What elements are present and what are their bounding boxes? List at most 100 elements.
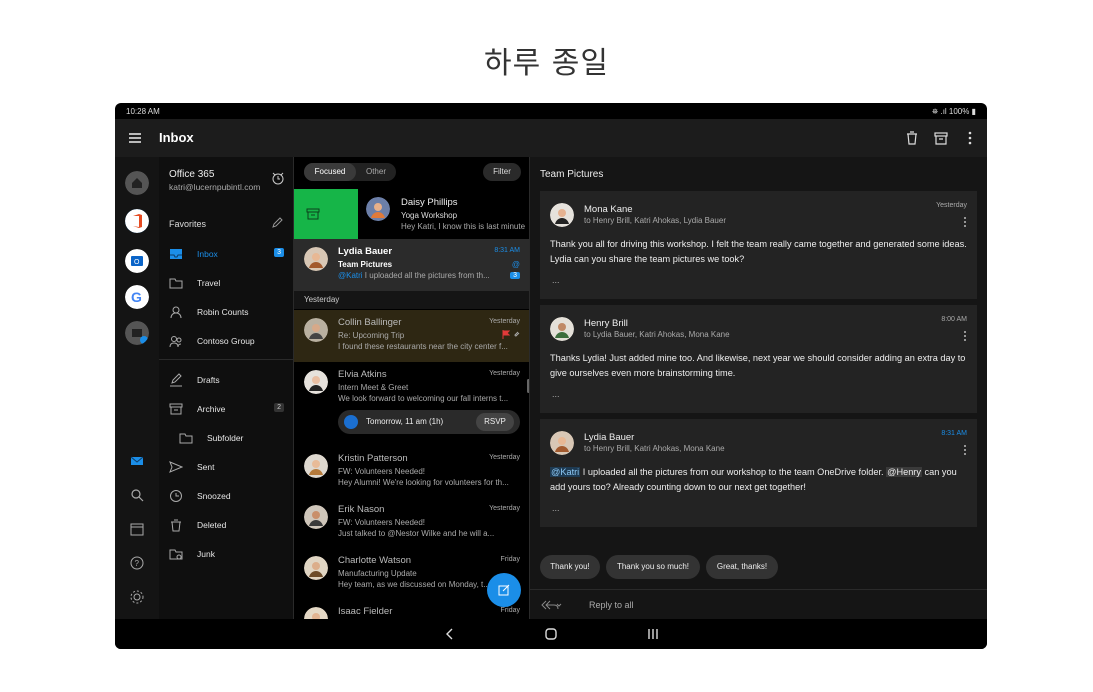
show-quoted-text[interactable]: ... (552, 503, 560, 513)
drafts-pencil-icon (170, 373, 182, 387)
rsvp-button[interactable]: RSVP (476, 413, 514, 431)
do-not-disturb-alarm-icon[interactable] (271, 171, 285, 185)
favorites-header: Favorites (169, 219, 207, 229)
recipients: to Henry Brill, Katri Ahokas, Lydia Baue… (584, 216, 726, 225)
folder-icon (169, 278, 183, 289)
preview: I found these restaurants near the city … (338, 342, 508, 351)
folder-item-robin-counts[interactable]: Robin Counts (159, 299, 294, 325)
junk-folder-icon (169, 549, 183, 560)
timestamp: 8:31 AM (494, 247, 520, 254)
flag-icon (502, 330, 510, 339)
calendar-icon[interactable] (129, 521, 145, 537)
event-time: Tomorrow, 11 am (1h) (366, 417, 444, 426)
timestamp: Yesterday (489, 505, 520, 512)
folder-pane: Office 365 katri@lucernpubintl.com Favor… (159, 157, 294, 619)
message-row[interactable]: Elvia Atkins Yesterday Intern Meet & Gre… (294, 362, 529, 446)
timestamp: Yesterday (489, 370, 520, 377)
reply-all-icon[interactable] (540, 598, 562, 612)
folder-item-subfolder[interactable]: Subfolder (159, 425, 294, 451)
add-account-icon[interactable] (125, 321, 149, 345)
more-options-icon[interactable] (961, 129, 979, 147)
folder-item-contoso-group[interactable]: Contoso Group (159, 328, 294, 354)
folder-item-snoozed[interactable]: Snoozed (159, 483, 294, 509)
tab-focused[interactable]: Focused (304, 163, 356, 181)
system-nav-bar (115, 619, 987, 649)
event-rsvp-bar: Tomorrow, 11 am (1h) RSVP (338, 410, 520, 434)
delete-icon[interactable] (903, 129, 921, 147)
folder-icon (179, 433, 193, 444)
tablet-screen: 10:28 AM ⛯ .ıl 100% ▮ Inbox O G ? Office… (115, 103, 987, 649)
edit-favorites-pencil-icon[interactable] (271, 217, 283, 229)
subject: Intern Meet & Greet (338, 383, 409, 392)
more-options-icon[interactable] (963, 444, 967, 456)
svg-text:?: ? (135, 559, 140, 568)
folder-item-travel[interactable]: Travel (159, 270, 294, 296)
message-row[interactable]: Erik Nason Yesterday FW: Volunteers Need… (294, 497, 529, 548)
message-row[interactable]: Kristin Patterson Yesterday FW: Voluntee… (294, 446, 529, 497)
mention[interactable]: @Katri (550, 467, 581, 477)
tab-other[interactable]: Other (356, 163, 396, 181)
avatar (366, 197, 390, 221)
folder-label: Robin Counts (197, 307, 249, 317)
archive-icon[interactable] (932, 129, 950, 147)
mail-icon[interactable] (129, 453, 145, 469)
message-body: @Katri I uploaded all the pictures from … (550, 467, 957, 492)
message-card[interactable]: Mona Kane to Henry Brill, Katri Ahokas, … (540, 191, 977, 299)
folder-item-archive[interactable]: Archive 2 (159, 396, 294, 422)
sender-name: Erik Nason (338, 504, 385, 515)
swipe-archive-action[interactable] (294, 189, 358, 239)
show-quoted-text[interactable]: ... (552, 275, 560, 285)
account-rail: O G ? (115, 157, 159, 619)
timestamp: Friday (500, 607, 520, 614)
mention[interactable]: @Henry (886, 467, 922, 477)
mention-indicator: @ (511, 260, 520, 269)
outlook-account-icon[interactable]: O (125, 249, 149, 273)
message-card[interactable]: Lydia Bauer to Henry Brill, Katri Ahokas… (540, 419, 977, 527)
recent-apps-icon[interactable] (646, 627, 660, 641)
settings-gear-icon[interactable] (129, 589, 145, 605)
message-row-flagged[interactable]: Collin Ballinger Yesterday Re: Upcoming … (294, 310, 529, 362)
help-icon[interactable]: ? (129, 555, 145, 571)
search-icon[interactable] (129, 487, 145, 503)
folder-item-sent[interactable]: Sent (159, 454, 294, 480)
message-row-selected[interactable]: Lydia Bauer 8:31 AM Team Pictures @ @Kat… (294, 239, 529, 291)
attachment-icon (514, 331, 520, 337)
folder-label: Sent (197, 462, 215, 472)
hamburger-menu-icon[interactable] (127, 130, 143, 146)
quick-reply-chip[interactable]: Thank you! (540, 555, 600, 579)
folder-item-drafts[interactable]: Drafts (159, 367, 294, 393)
office-account-icon[interactable] (125, 209, 149, 233)
folder-label: Snoozed (197, 491, 231, 501)
recipients: to Henry Brill, Katri Ahokas, Mona Kane (584, 444, 725, 453)
message-card[interactable]: Henry Brill to Lydia Bauer, Katri Ahokas… (540, 305, 977, 413)
more-options-icon[interactable] (963, 216, 967, 228)
page-title: Inbox (159, 130, 194, 145)
message-row-swiped[interactable]: Daisy Phillips Yoga Workshop Hey Katri, … (294, 189, 529, 239)
show-quoted-text[interactable]: ... (552, 389, 560, 399)
date-group-header: Yesterday (294, 291, 529, 309)
compose-button[interactable] (487, 573, 521, 607)
google-account-icon[interactable]: G (125, 285, 149, 309)
back-icon[interactable] (443, 627, 457, 641)
folder-item-junk[interactable]: Junk (159, 541, 294, 567)
filter-button[interactable]: Filter (483, 163, 521, 181)
reply-bar[interactable]: Reply to all (530, 589, 987, 619)
quick-reply-chip[interactable]: Great, thanks! (706, 555, 778, 579)
avatar (304, 370, 328, 394)
home-account-icon[interactable] (125, 171, 149, 195)
status-bar: 10:28 AM ⛯ .ıl 100% ▮ (115, 103, 987, 119)
preview: We look forward to welcoming our fall in… (338, 394, 509, 403)
timestamp: 8:31 AM (941, 430, 967, 437)
folder-item-deleted[interactable]: Deleted (159, 512, 294, 538)
quick-reply-chip[interactable]: Thank you so much! (606, 555, 700, 579)
folder-label: Travel (197, 278, 221, 288)
reply-all-label[interactable]: Reply to all (589, 600, 634, 610)
folder-item-inbox[interactable]: Inbox 3 (159, 241, 294, 267)
home-icon[interactable] (544, 627, 558, 641)
more-options-icon[interactable] (963, 330, 967, 342)
group-icon (169, 336, 182, 348)
thread-count-badge: 3 (510, 272, 520, 279)
preview: @Katri I uploaded all the pictures from … (338, 271, 490, 280)
divider (159, 359, 294, 360)
avatar (550, 431, 574, 455)
